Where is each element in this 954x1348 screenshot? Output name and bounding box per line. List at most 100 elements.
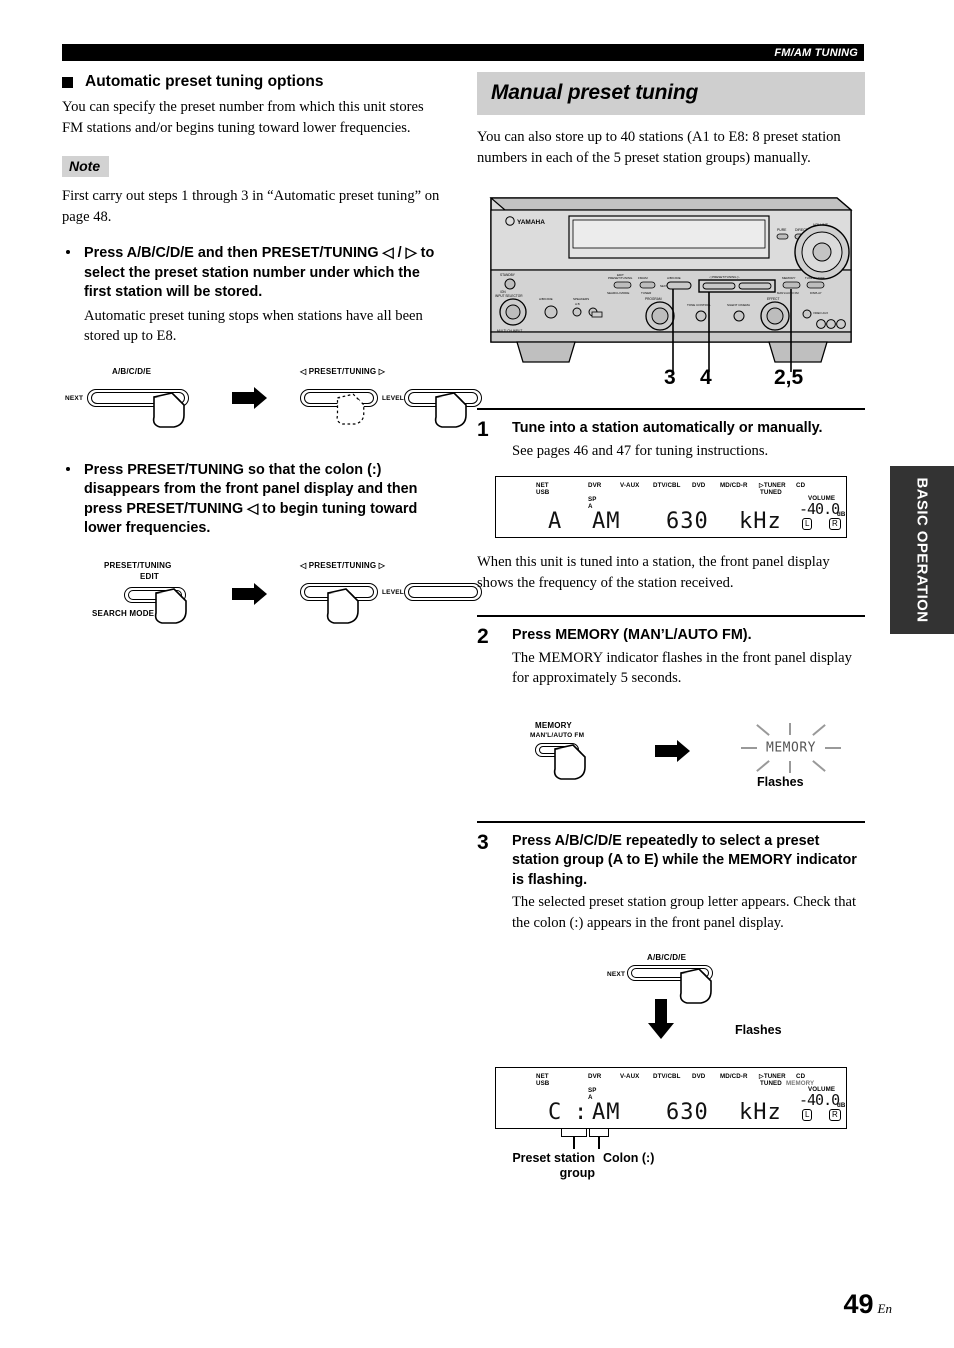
right-column: Manual preset tuning You can also store …: [477, 72, 865, 1180]
receiver-callout-3: 3: [664, 366, 676, 389]
lcd-bottom-ind-mdcdr: MD/CD-R: [720, 1073, 748, 1080]
memory-flashing-indicator: MEMORY: [731, 722, 851, 773]
colon-bracket: [589, 1129, 609, 1137]
lcd-top-ind-mdcdr: MD/CD-R: [720, 482, 748, 489]
lcd-bottom-ind-dvr: DVR: [588, 1073, 602, 1080]
svg-text:PROGRAM: PROGRAM: [645, 297, 662, 301]
abcde-button-illustration: [87, 388, 189, 407]
lcd-bottom-band: AM: [592, 1100, 621, 1125]
step-3-number: 3: [477, 830, 489, 854]
bullet-2-heading: Press PRESET/TUNING so that the colon (:…: [84, 461, 418, 537]
lcd-top-ind-dvr: DVR: [588, 482, 602, 489]
receiver-front-panel-illustration: YAMAHA PURE DIRECT VOLUME STANDBY /ON IN…: [477, 190, 865, 390]
step-1-subtext: See pages 46 and 47 for tuning instructi…: [512, 442, 769, 459]
lcd-bottom-ind-net: NET: [536, 1073, 549, 1080]
svg-text:EDIT: EDIT: [617, 273, 624, 277]
svg-text:A/B/C/D/E: A/B/C/D/E: [539, 297, 553, 301]
lcd-bottom-ind-dtvcbl: DTV/CBL: [653, 1073, 681, 1080]
step-3-heading: Press A/B/C/D/E repeatedly to select a p…: [512, 832, 857, 888]
bullet-dot-icon: [66, 250, 70, 254]
lcd-bottom-ind-usb: USB: [536, 1080, 550, 1087]
lcd-top-preset-letter: A: [548, 509, 563, 534]
svg-text:VIDEO AUX: VIDEO AUX: [813, 311, 828, 315]
running-head-text: FM/AM TUNING: [774, 46, 858, 59]
colon-leader: [598, 1137, 600, 1149]
lcd-bottom-volume-unit: dB: [837, 1102, 846, 1109]
preset-group-bracket: [561, 1129, 587, 1137]
lcd-top-volume-value: -40.0: [799, 500, 840, 518]
receiver-callout-4: 4: [700, 366, 712, 389]
lcd-top-frequency: 630: [666, 509, 709, 534]
figure1-level-tag: LEVEL: [382, 394, 404, 402]
step-3: 3 Press A/B/C/D/E repeatedly to select a…: [477, 820, 865, 1180]
arrow-right-icon: [232, 386, 267, 409]
arrow-down-icon: [648, 999, 674, 1039]
page-number: 49: [843, 1289, 874, 1319]
svg-text:TUNER: TUNER: [641, 291, 652, 295]
left-column: Automatic preset tuning options You can …: [62, 72, 482, 627]
lcd-top-frequency-unit: kHz: [739, 509, 782, 534]
lcd-top-volume-unit: dB: [837, 511, 846, 518]
figure1-right-label: ◁ PRESET/TUNING ▷: [300, 366, 386, 376]
memory-button-illustration: [535, 742, 579, 757]
svg-text:DISPLAY: DISPLAY: [810, 291, 822, 295]
lcd-top-left-channel: L: [802, 518, 813, 530]
step-2-subtext: The MEMORY indicator flashes in the fron…: [512, 649, 852, 687]
figure-abcde-to-presettuning: A/B/C/D/E NEXT ◁ PRESET/TUNING ▷ LEVEL: [62, 366, 482, 433]
memory-button-label-line1: MEMORY: [535, 720, 572, 730]
receiver-callout-2-5: 2,5: [774, 366, 804, 389]
step-1-heading: Tune into a station automatically or man…: [512, 420, 823, 436]
figure1-next-tag: NEXT: [65, 394, 84, 402]
lcd-bottom-colon: :: [574, 1100, 589, 1125]
lcd-top-ind-usb: USB: [536, 489, 550, 496]
lcd-top-ind-tuned: TUNED: [760, 489, 782, 496]
lcd-top-ind-tuner: ▷TUNER: [759, 482, 786, 489]
figure2-left-label-line2: EDIT: [140, 571, 160, 581]
bullet-1-heading: Press A/B/C/D/E and then PRESET/TUNING ◁…: [84, 245, 435, 300]
lcd-bottom-ind-dvd: DVD: [692, 1073, 706, 1080]
svg-text:SILENT CINEMA: SILENT CINEMA: [727, 303, 750, 307]
figure-presettuning-edit: PRESET/TUNING EDIT SEARCH MODE ◁ PRESET/…: [62, 561, 482, 627]
section-heading: Automatic preset tuning options: [62, 72, 448, 92]
colon-label: Colon (:): [603, 1151, 655, 1165]
bullet-item-1: Press A/B/C/D/E and then PRESET/TUNING ◁…: [62, 244, 448, 347]
lcd-top-ind-vaux: V-AUX: [620, 482, 640, 489]
step-3-subtext: The selected preset station group letter…: [512, 894, 857, 931]
side-tab-label: BASIC OPERATION: [913, 477, 931, 623]
section-heading-text: Automatic preset tuning options: [85, 73, 324, 90]
preset-station-group-label: Preset station group: [512, 1151, 595, 1180]
lcd-top-right-channel: R: [829, 518, 841, 530]
lcd-bottom-ind-vaux: V-AUX: [620, 1073, 640, 1080]
note-label: Note: [62, 156, 110, 177]
figure1-left-label: A/B/C/D/E: [112, 366, 152, 376]
bullet-1-subtext: Automatic preset tuning stops when stati…: [84, 307, 423, 345]
preset-tuning-left-button-illustration: [300, 388, 378, 407]
lcd-bottom-frequency: 630: [666, 1100, 709, 1125]
svg-text:MAN'L/AUTO FM: MAN'L/AUTO FM: [777, 291, 799, 295]
svg-text:STANDBY: STANDBY: [500, 273, 516, 277]
memory-button-label-line2: MAN'L/AUTO FM: [530, 731, 585, 739]
abcde-button-label-step3: A/B/C/D/E: [647, 953, 687, 962]
step-1-after-text: When this unit is tuned into a station, …: [477, 554, 830, 591]
abcde-next-tag-step3: NEXT: [607, 971, 626, 978]
lcd-bottom-ind-tuned: TUNED: [760, 1080, 782, 1087]
lcd-bottom-ind-cd: CD: [796, 1073, 806, 1080]
lcd-top-band: AM: [592, 509, 621, 534]
filled-square-icon: [62, 76, 73, 88]
page-language: En: [877, 1301, 892, 1316]
arrow-right-icon-3: [655, 739, 690, 762]
svg-text:INPUT SELECTOR: INPUT SELECTOR: [495, 294, 523, 298]
svg-text:SPEAKERS: SPEAKERS: [573, 297, 589, 301]
figure-abcde-button-step3: A/B/C/D/E NEXT Flashes: [477, 951, 865, 1063]
right-intro-paragraph: You can also store up to 40 stations (A1…: [477, 129, 841, 166]
preset-tuning-left-button-illustration-2: [300, 582, 378, 601]
figure2-left-label-line3: SEARCH MODE: [92, 608, 155, 618]
svg-text:PURE: PURE: [777, 228, 787, 232]
preset-tuning-right-button-illustration: [404, 388, 482, 407]
lcd-top-ind-net: NET: [536, 482, 549, 489]
svg-text:TUNING MODE: TUNING MODE: [805, 276, 825, 280]
lcd-top-ind-dtvcbl: DTV/CBL: [653, 482, 681, 489]
lcd-bottom-left-channel: L: [802, 1109, 813, 1121]
lcd-bottom-ind-tuner: ▷TUNER: [759, 1073, 786, 1080]
svg-text:FM/AM: FM/AM: [638, 276, 648, 280]
